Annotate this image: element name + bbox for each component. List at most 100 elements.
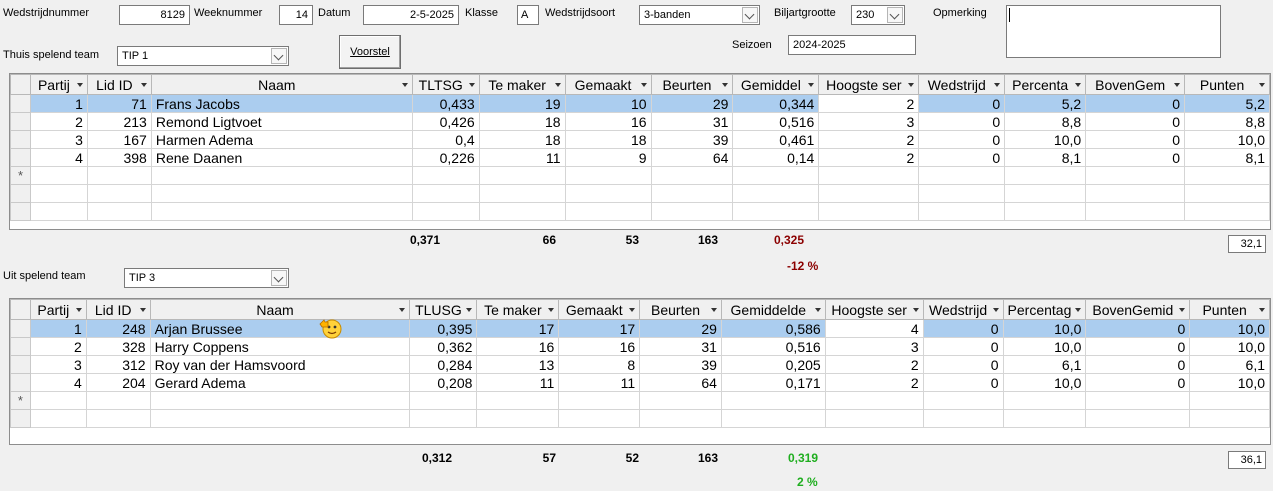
grid-cell[interactable] xyxy=(1184,184,1270,203)
column-header[interactable]: Punten xyxy=(1189,299,1270,320)
grid-cell[interactable]: 29 xyxy=(650,94,734,113)
grid-cell[interactable] xyxy=(720,409,826,428)
grid-cell[interactable] xyxy=(650,202,734,221)
sort-filter-arrow-icon[interactable] xyxy=(640,83,647,87)
grid-cell[interactable]: 8,1 xyxy=(1004,148,1087,167)
grid-cell[interactable]: 64 xyxy=(639,373,722,392)
grid-cell[interactable] xyxy=(1184,166,1270,185)
chevron-down-icon[interactable] xyxy=(271,270,287,286)
chevron-down-icon[interactable] xyxy=(887,7,903,23)
grid-cell[interactable] xyxy=(1085,202,1186,221)
grid-cell[interactable] xyxy=(85,391,151,410)
grid-cell[interactable]: 0,395 xyxy=(409,319,478,338)
grid-cell[interactable]: 2 xyxy=(818,94,920,113)
grid-cell[interactable]: 0,205 xyxy=(720,355,826,374)
grid-cell[interactable] xyxy=(29,391,87,410)
klasse-field[interactable]: A xyxy=(517,5,539,25)
column-header[interactable]: Lid ID xyxy=(85,299,151,320)
grid-cell[interactable]: 4 xyxy=(824,319,924,338)
grid-cell[interactable] xyxy=(409,391,478,410)
grid-cell[interactable]: 0,208 xyxy=(409,373,478,392)
grid-cell[interactable] xyxy=(149,409,411,428)
grid-cell[interactable] xyxy=(478,202,566,221)
table-row[interactable]: 4 398 Rene Daanen 0,226 11 9 64 0,14 2 0 8,1 0 8,1 xyxy=(10,148,1270,167)
sort-filter-arrow-icon[interactable] xyxy=(1259,83,1265,87)
grid-cell[interactable] xyxy=(1189,409,1270,428)
table-row[interactable]: 1 248 Arjan Brussee 0,395 17 17 29 0,586 4 0 10,0 0… xyxy=(10,319,1270,338)
grid-cell[interactable]: 0 xyxy=(1085,148,1186,167)
grid-cell[interactable]: 3 xyxy=(818,112,920,131)
grid-cell[interactable]: Roy van der Hamsvoord xyxy=(149,355,411,374)
grid-cell[interactable] xyxy=(918,166,1006,185)
grid-cell[interactable]: 10,0 xyxy=(1004,130,1087,149)
grid-cell[interactable]: 3 xyxy=(29,130,88,149)
grid-cell[interactable]: 16 xyxy=(564,112,652,131)
row-selector[interactable] xyxy=(10,130,31,149)
row-selector[interactable] xyxy=(10,355,31,374)
grid-cell[interactable] xyxy=(818,166,920,185)
table-row[interactable]: 2 213 Remond Ligtvoet 0,426 18 16 31 0,516 3 0 8,8… xyxy=(10,112,1270,131)
grid-cell[interactable] xyxy=(564,184,652,203)
grid-cell[interactable]: 8,8 xyxy=(1184,112,1270,131)
grid-cell[interactable] xyxy=(476,391,560,410)
grid-cell[interactable] xyxy=(639,391,722,410)
grid-cell[interactable] xyxy=(818,184,920,203)
sort-filter-arrow-icon[interactable] xyxy=(814,308,821,312)
grid-cell[interactable]: 0 xyxy=(922,337,1004,356)
row-selector[interactable] xyxy=(10,373,31,392)
sort-filter-arrow-icon[interactable] xyxy=(992,308,999,312)
column-header[interactable]: Punten xyxy=(1184,74,1270,95)
column-header[interactable]: Percenta xyxy=(1004,74,1087,95)
wedstrijdnummer-field[interactable]: 8129 xyxy=(119,5,190,25)
grid-cell[interactable] xyxy=(558,391,641,410)
grid-cell[interactable]: 0 xyxy=(918,130,1006,149)
grid-cell[interactable]: 2 xyxy=(29,112,88,131)
grid-cell[interactable]: 0 xyxy=(1085,94,1186,113)
table-row[interactable]: 4 204 Gerard Adema 0,208 11 11 64 0,171 2 0 10,0 0 1… xyxy=(10,373,1270,392)
grid-cell[interactable] xyxy=(1085,184,1186,203)
grid-cell[interactable]: 0 xyxy=(1085,112,1186,131)
grid-cell[interactable]: 10,0 xyxy=(1002,337,1087,356)
grid-cell[interactable]: Remond Ligtvoet xyxy=(150,112,413,131)
grid-cell[interactable]: 0 xyxy=(922,355,1004,374)
select-all-corner[interactable] xyxy=(10,74,31,95)
grid-cell[interactable]: 3 xyxy=(824,337,924,356)
row-selector[interactable] xyxy=(10,94,31,113)
grid-cell[interactable] xyxy=(922,409,1004,428)
weeknummer-field[interactable]: 14 xyxy=(279,5,313,25)
grid-cell[interactable]: 39 xyxy=(639,355,722,374)
grid-cell[interactable]: 39 xyxy=(650,130,734,149)
grid-cell[interactable] xyxy=(918,184,1006,203)
grid-cell[interactable] xyxy=(478,184,566,203)
grid-cell[interactable] xyxy=(732,202,820,221)
grid-cell[interactable] xyxy=(1189,391,1270,410)
sort-filter-arrow-icon[interactable] xyxy=(548,308,555,312)
grid-cell[interactable]: 10,0 xyxy=(1002,319,1087,338)
grid-cell[interactable] xyxy=(1004,202,1087,221)
table-row[interactable]: 3 167 Harmen Adema 0,4 18 18 39 0,461 2 0 10,0 0 10,… xyxy=(10,130,1270,149)
row-selector[interactable] xyxy=(10,409,31,428)
grid-cell[interactable] xyxy=(922,391,1004,410)
seizoen-field[interactable]: 2024-2025 xyxy=(788,35,916,55)
column-header[interactable]: BovenGem xyxy=(1085,74,1186,95)
grid-cell[interactable] xyxy=(564,202,652,221)
sort-filter-arrow-icon[interactable] xyxy=(994,83,1001,87)
home-team-grid[interactable]: Partij Lid ID Naam TLTSG Te maker Gemaakt Beur… xyxy=(9,73,1271,230)
grid-cell[interactable]: 18 xyxy=(478,112,566,131)
grid-cell[interactable]: 0,586 xyxy=(720,319,826,338)
table-row[interactable] xyxy=(10,184,1270,203)
grid-cell[interactable]: 2 xyxy=(824,373,924,392)
grid-cell[interactable] xyxy=(558,409,641,428)
table-row[interactable] xyxy=(10,409,1270,428)
grid-cell[interactable] xyxy=(650,166,734,185)
wedstrijdsoort-dropdown[interactable]: 3-banden xyxy=(639,5,760,25)
grid-cell[interactable] xyxy=(29,184,88,203)
grid-cell[interactable]: 10,0 xyxy=(1189,337,1270,356)
grid-cell[interactable]: 328 xyxy=(85,337,151,356)
sort-filter-arrow-icon[interactable] xyxy=(1075,308,1082,312)
grid-cell[interactable]: 6,1 xyxy=(1189,355,1270,374)
biljartgrootte-dropdown[interactable]: 230 xyxy=(851,5,905,25)
grid-cell[interactable]: 64 xyxy=(650,148,734,167)
grid-cell[interactable]: 8,1 xyxy=(1184,148,1270,167)
column-header[interactable]: Gemaakt xyxy=(558,299,641,320)
